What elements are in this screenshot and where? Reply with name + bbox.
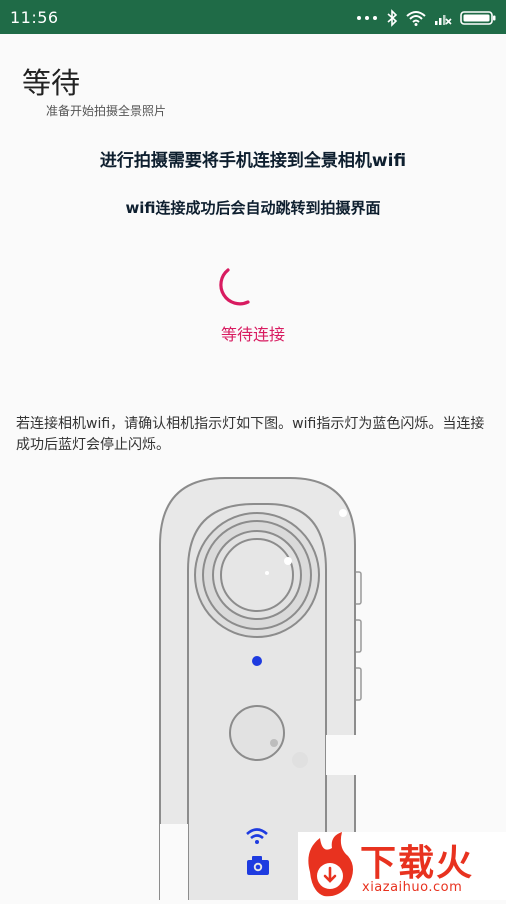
wifi-icon (406, 10, 426, 26)
logo-url-text: xiazaihuo.com (362, 880, 463, 895)
instruction-secondary: wifi连接成功后会自动跳转到拍摄界面 (125, 199, 381, 217)
page-subtitle: 准备开始拍摄全景照片 (46, 104, 167, 118)
bluetooth-icon (386, 9, 398, 27)
status-bar: 11:56 (0, 0, 506, 34)
status-time: 11:56 (10, 8, 59, 27)
instruction-primary: 进行拍摄需要将手机连接到全景相机wifi (99, 151, 407, 171)
watermark-logo: 下载火 xiazaihuo.com (298, 832, 506, 900)
signal-dots-icon (356, 14, 378, 22)
connection-status-label: 等待连接 (220, 325, 285, 344)
no-signal-icon (434, 10, 452, 26)
loading-spinner-icon (219, 268, 250, 306)
battery-icon (460, 11, 496, 25)
status-icons (356, 8, 496, 28)
logo-text: 下载火 (360, 843, 475, 884)
page-title: 等待 (22, 66, 81, 100)
wifi-hint-text: 若连接相机wifi，请确认相机指示灯如下图。wifi指示灯为蓝色闪烁。当连接成功… (16, 416, 485, 453)
